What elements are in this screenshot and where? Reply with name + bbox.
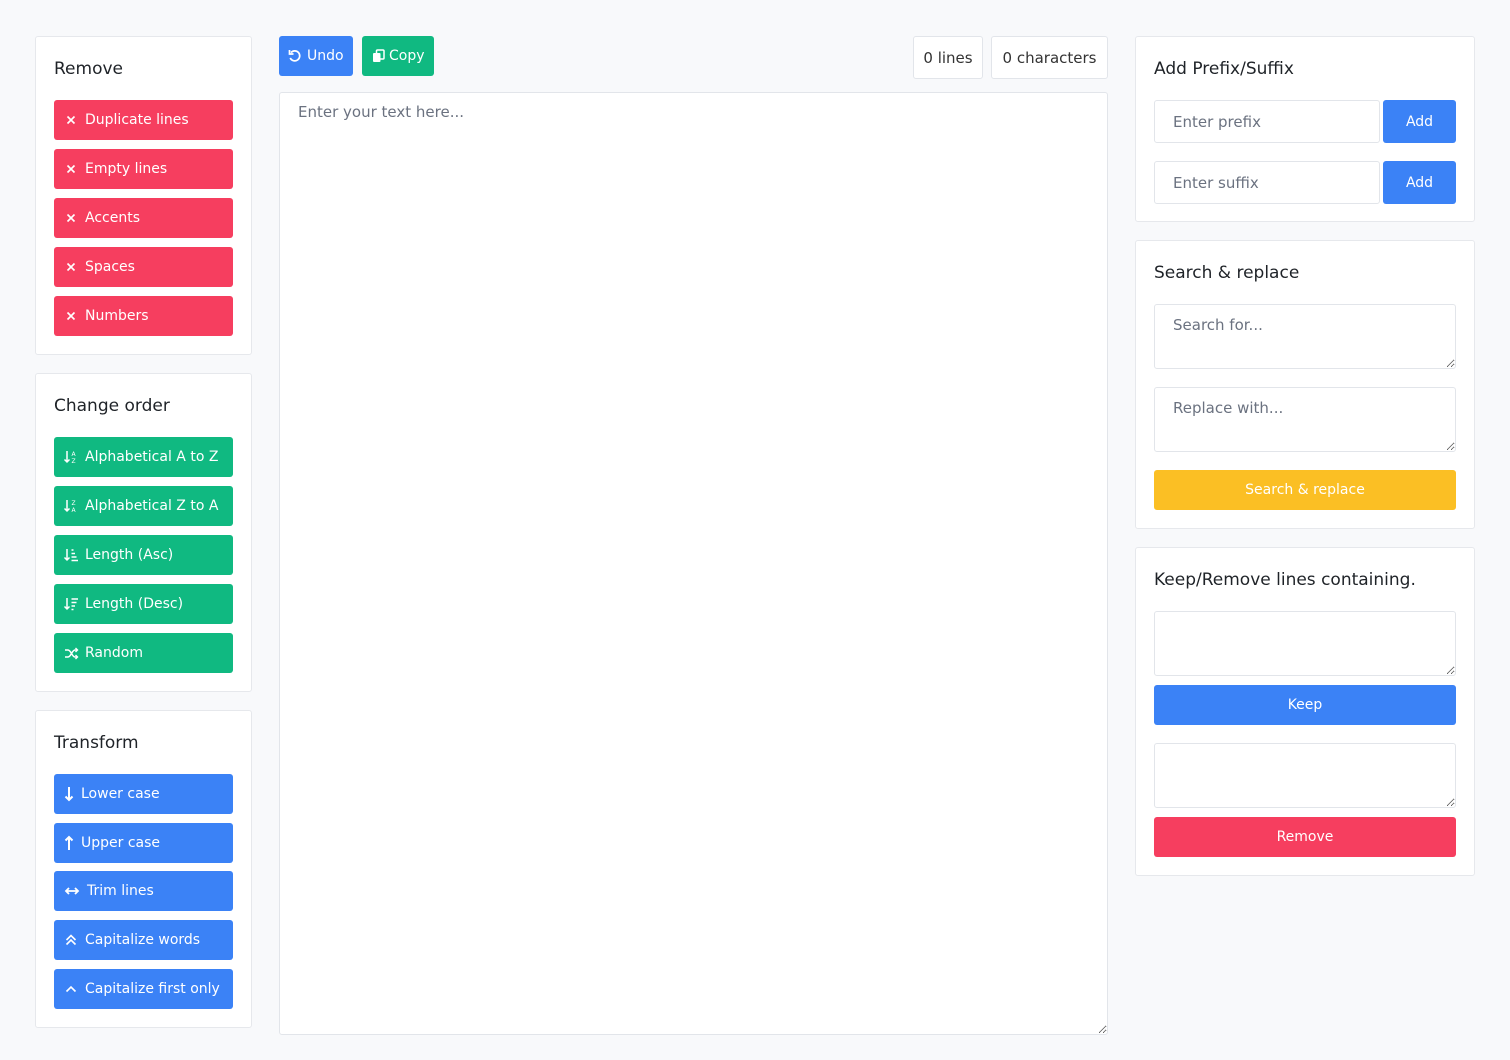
x-icon xyxy=(63,164,79,174)
x-icon xyxy=(63,213,79,223)
button-label: Length (Asc) xyxy=(85,547,174,563)
sort-length-desc-icon xyxy=(63,597,79,611)
x-icon xyxy=(63,311,79,321)
add-prefix-button[interactable]: Add xyxy=(1383,100,1456,143)
search-input[interactable] xyxy=(1154,304,1456,369)
prefix-input[interactable] xyxy=(1154,100,1380,143)
transform-panel: Transform Lower case Upper case Trim lin… xyxy=(35,710,252,1028)
svg-text:Z: Z xyxy=(72,458,76,464)
remove-accents-button[interactable]: Accents xyxy=(54,198,233,238)
change-order-panel-title: Change order xyxy=(54,396,170,416)
sort-alpha-asc-button[interactable]: AZ Alphabetical A to Z xyxy=(54,437,233,477)
copy-button[interactable]: Copy xyxy=(362,36,434,76)
svg-text:A: A xyxy=(72,451,77,458)
button-label: Lower case xyxy=(81,786,160,802)
change-order-panel: Change order AZ Alphabetical A to Z ZA A… xyxy=(35,373,252,692)
arrow-down-icon xyxy=(63,786,75,802)
undo-icon xyxy=(288,49,302,63)
button-label: Duplicate lines xyxy=(85,112,189,128)
remove-spaces-button[interactable]: Spaces xyxy=(54,247,233,287)
button-label: Upper case xyxy=(81,835,161,851)
sort-length-asc-button[interactable]: Length (Asc) xyxy=(54,535,233,575)
search-replace-button[interactable]: Search & replace xyxy=(1154,470,1456,510)
remove-lines-button[interactable]: Remove xyxy=(1154,817,1456,857)
characters-counter: 0 characters xyxy=(991,36,1108,79)
button-label: Random xyxy=(85,645,143,661)
button-label: Alphabetical A to Z xyxy=(85,449,219,465)
button-label: Alphabetical Z to A xyxy=(85,498,219,514)
remove-panel-title: Remove xyxy=(54,59,123,79)
svg-text:A: A xyxy=(72,507,77,513)
undo-button[interactable]: Undo xyxy=(279,36,353,76)
button-label: Accents xyxy=(85,210,140,226)
prefix-suffix-panel: Add Prefix/Suffix Add Add xyxy=(1135,36,1475,222)
replace-input[interactable] xyxy=(1154,387,1456,452)
upper-case-button[interactable]: Upper case xyxy=(54,823,233,863)
sort-alpha-asc-icon: AZ xyxy=(63,450,79,464)
copy-icon xyxy=(371,49,385,63)
suffix-input[interactable] xyxy=(1154,161,1380,204)
add-suffix-button[interactable]: Add xyxy=(1383,161,1456,204)
keep-remove-panel: Keep/Remove lines containing. Keep Remov… xyxy=(1135,547,1475,876)
trim-lines-button[interactable]: Trim lines xyxy=(54,871,233,911)
copy-label: Copy xyxy=(389,48,425,64)
sort-length-asc-icon xyxy=(63,548,79,562)
keep-button[interactable]: Keep xyxy=(1154,685,1456,725)
search-replace-panel: Search & replace Search & replace xyxy=(1135,240,1475,529)
sort-length-desc-button[interactable]: Length (Desc) xyxy=(54,584,233,624)
x-icon xyxy=(63,262,79,272)
remove-duplicate-lines-button[interactable]: Duplicate lines xyxy=(54,100,233,140)
remove-numbers-button[interactable]: Numbers xyxy=(54,296,233,336)
sort-alpha-desc-button[interactable]: ZA Alphabetical Z to A xyxy=(54,486,233,526)
button-label: Empty lines xyxy=(85,161,168,177)
sort-random-button[interactable]: Random xyxy=(54,633,233,673)
button-label: Capitalize words xyxy=(85,932,201,948)
keep-remove-panel-title: Keep/Remove lines containing. xyxy=(1154,570,1416,590)
button-label: Trim lines xyxy=(87,883,154,899)
svg-text:Z: Z xyxy=(72,500,76,507)
sort-alpha-desc-icon: ZA xyxy=(63,499,79,513)
capitalize-first-button[interactable]: Capitalize first only xyxy=(54,969,233,1009)
button-label: Capitalize first only xyxy=(85,981,220,997)
arrows-horizontal-icon xyxy=(63,886,81,896)
remove-empty-lines-button[interactable]: Empty lines xyxy=(54,149,233,189)
shuffle-icon xyxy=(63,647,79,660)
remove-panel: Remove Duplicate lines Empty lines Accen… xyxy=(35,36,252,355)
button-label: Spaces xyxy=(85,259,135,275)
arrow-up-icon xyxy=(63,835,75,851)
main-text-editor[interactable] xyxy=(279,92,1108,1035)
lines-counter: 0 lines xyxy=(913,36,983,79)
undo-label: Undo xyxy=(307,48,344,64)
capitalize-words-button[interactable]: Capitalize words xyxy=(54,920,233,960)
prefix-suffix-panel-title: Add Prefix/Suffix xyxy=(1154,59,1294,79)
button-label: Length (Desc) xyxy=(85,596,184,612)
button-label: Numbers xyxy=(85,308,149,324)
keep-lines-input[interactable] xyxy=(1154,611,1456,676)
remove-lines-input[interactable] xyxy=(1154,743,1456,808)
chevron-up-icon xyxy=(63,985,79,993)
x-icon xyxy=(63,115,79,125)
transform-panel-title: Transform xyxy=(54,733,139,753)
search-replace-panel-title: Search & replace xyxy=(1154,263,1300,283)
lower-case-button[interactable]: Lower case xyxy=(54,774,233,814)
double-chevron-up-icon xyxy=(63,934,79,946)
